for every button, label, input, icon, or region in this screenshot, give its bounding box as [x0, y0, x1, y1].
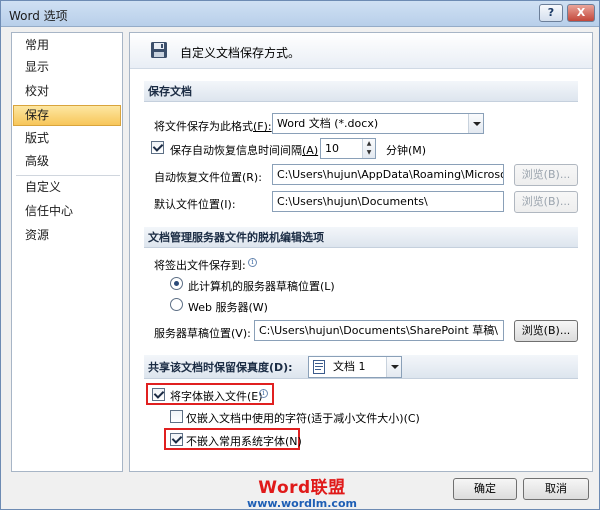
autorecover-location-label: 自动恢复文件位置(R): — [154, 171, 262, 184]
title-bar: Word 选项 ? X — [1, 1, 599, 27]
info-icon: i — [248, 258, 257, 267]
sidebar-item-save[interactable]: 保存 — [13, 105, 121, 126]
radio-local-drafts[interactable] — [170, 277, 183, 290]
section-save-documents: 保存文档 — [144, 81, 578, 102]
format-label: 将文件保存为此格式(F): — [154, 120, 272, 133]
autorecover-location-field[interactable]: C:\Users\hujun\AppData\Roaming\Microsoft… — [272, 164, 504, 185]
sidebar-item-trust-center[interactable]: 信任中心 — [13, 201, 121, 222]
no-common-fonts-label: 不嵌入常用系统字体(N) — [186, 435, 302, 448]
help-button[interactable]: ? — [539, 4, 563, 22]
cancel-button[interactable]: 取消 — [523, 478, 589, 500]
sidebar-item-advanced[interactable]: 高级 — [13, 151, 121, 172]
ok-button[interactable]: 确定 — [453, 478, 517, 500]
sidebar-item-customize[interactable]: 自定义 — [13, 177, 121, 198]
embed-fonts-label: 将字体嵌入文件(E) — [170, 390, 263, 403]
chevron-down-icon[interactable] — [468, 114, 483, 133]
info-icon: i — [259, 389, 268, 398]
watermark-brand: Word联盟 — [258, 478, 346, 498]
options-content: 自定义文档保存方式。 保存文档 将文件保存为此格式(F): Word 文档 (*… — [129, 32, 593, 472]
fidelity-document-dropdown[interactable]: 文档 1 — [308, 356, 402, 378]
drafts-location-field[interactable]: C:\Users\hujun\Documents\SharePoint 草稿\ — [254, 320, 504, 341]
close-button[interactable]: X — [567, 4, 595, 22]
default-location-browse-button[interactable]: 浏览(B)... — [514, 191, 578, 213]
embed-fonts-checkbox[interactable] — [152, 388, 165, 401]
section-offline-editing: 文档管理服务器文件的脱机编辑选项 — [144, 227, 578, 248]
sidebar-item-display[interactable]: 显示 — [13, 57, 121, 78]
window-title: Word 选项 — [9, 9, 68, 23]
page-header: 自定义文档保存方式。 — [130, 33, 592, 69]
word-options-dialog: Word 选项 ? X 常用 显示 校对 保存 版式 高级 自定义 信任中心 资… — [0, 0, 600, 510]
sidebar-item-layout[interactable]: 版式 — [13, 128, 121, 149]
watermark-url: www.wordlm.com — [247, 497, 357, 510]
drafts-location-label: 服务器草稿位置(V): — [154, 327, 251, 340]
sidebar-item-common[interactable]: 常用 — [13, 35, 121, 56]
header-text: 自定义文档保存方式。 — [180, 46, 301, 60]
default-location-label: 默认文件位置(I): — [154, 198, 236, 211]
minutes-label: 分钟(M) — [386, 144, 427, 157]
options-sidebar: 常用 显示 校对 保存 版式 高级 自定义 信任中心 资源 — [11, 32, 123, 472]
spinner-arrows-icon[interactable]: ▲ ▼ — [362, 139, 375, 158]
watermark: Word联盟 www.wordlm.com — [247, 473, 357, 510]
autorecover-browse-button[interactable]: 浏览(B)... — [514, 164, 578, 186]
embed-used-chars-label: 仅嵌入文档中使用的字符(适于减小文件大小)(C) — [186, 412, 420, 425]
no-common-fonts-checkbox[interactable] — [170, 433, 183, 446]
autorecover-checkbox[interactable] — [151, 141, 164, 154]
embed-used-chars-checkbox[interactable] — [170, 410, 183, 423]
autorecover-minutes-stepper[interactable]: 10 ▲ ▼ — [320, 138, 376, 159]
document-icon — [313, 360, 325, 374]
radio-web-server-label: Web 服务器(W) — [188, 301, 268, 314]
floppy-disk-icon — [151, 42, 167, 58]
sidebar-item-resources[interactable]: 资源 — [13, 225, 121, 246]
checkout-label: 将签出文件保存到: — [154, 259, 246, 272]
radio-web-server[interactable] — [170, 298, 183, 311]
chevron-down-icon[interactable] — [386, 357, 401, 377]
sidebar-divider — [16, 175, 120, 176]
fidelity-document-value: 文档 1 — [333, 360, 366, 373]
autorecover-label: 保存自动恢复信息时间间隔(A) — [170, 144, 319, 157]
radio-local-drafts-label: 此计算机的服务器草稿位置(L) — [188, 280, 335, 293]
fidelity-title: 共享该文档时保留保真度(D): — [148, 361, 293, 374]
default-location-field[interactable]: C:\Users\hujun\Documents\ — [272, 191, 504, 212]
drafts-browse-button[interactable]: 浏览(B)... — [514, 320, 578, 342]
sidebar-item-proofing[interactable]: 校对 — [13, 81, 121, 102]
save-format-dropdown[interactable]: Word 文档 (*.docx) — [272, 113, 484, 134]
